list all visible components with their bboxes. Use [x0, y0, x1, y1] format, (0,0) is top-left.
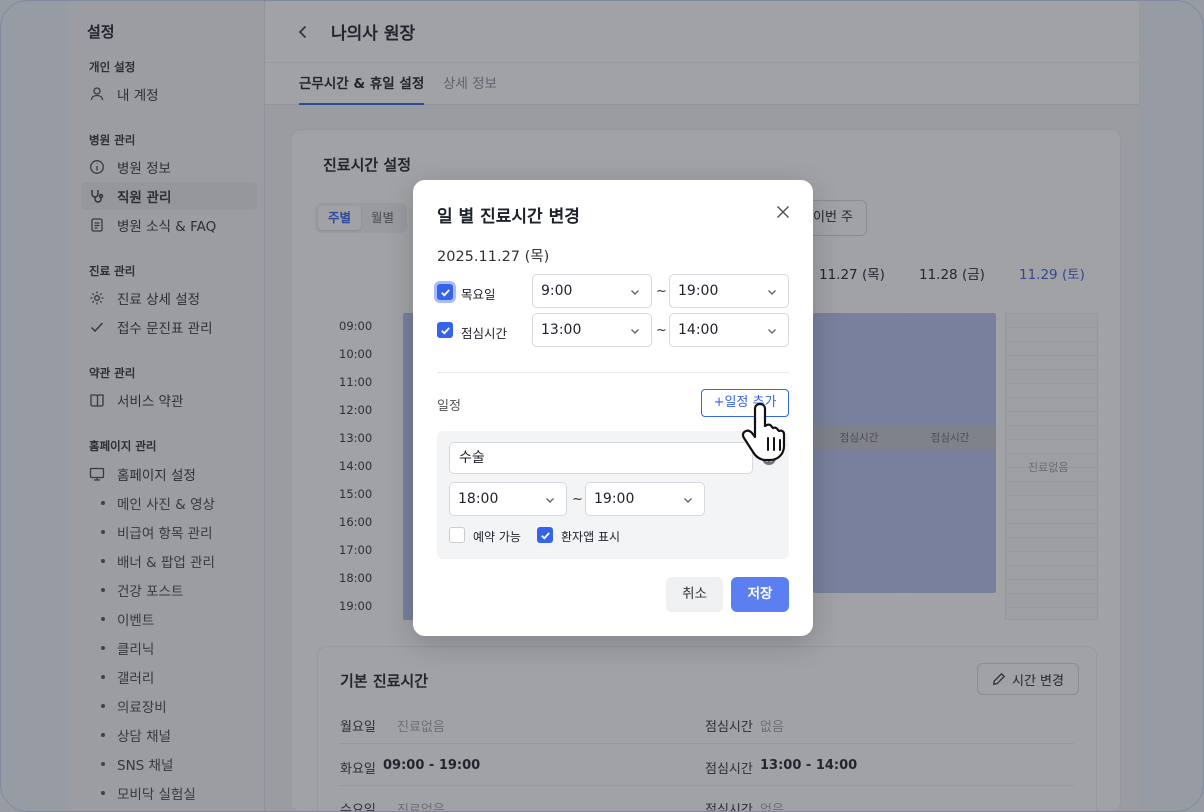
modal-date: 2025.11.27 (목) [437, 249, 550, 265]
schedule-end-value: 19:00 [594, 491, 635, 507]
reservable-label: 예약 가능 [473, 530, 521, 544]
schedule-start-select[interactable]: 18:00 [449, 482, 567, 516]
schedule-start-value: 18:00 [458, 491, 499, 507]
lunch-checkbox[interactable] [437, 322, 453, 338]
modal-title: 일 별 진료시간 변경 [437, 207, 580, 227]
check-icon [440, 326, 450, 335]
range-separator: ~ [656, 284, 667, 299]
schedule-name-input[interactable]: 수술 [449, 442, 753, 474]
lunch-label: 점심시간 [461, 326, 508, 341]
reservable-checkbox[interactable] [449, 527, 465, 543]
check-icon [540, 531, 550, 540]
work-end-select[interactable]: 19:00 [669, 274, 789, 308]
modal-divider [437, 372, 789, 373]
work-start-select[interactable]: 9:00 [532, 274, 652, 308]
schedule-end-select[interactable]: 19:00 [585, 482, 705, 516]
work-end-value: 19:00 [678, 283, 719, 299]
lunch-end-value: 14:00 [678, 322, 719, 338]
hand-pointer-icon [741, 402, 786, 462]
save-button[interactable]: 저장 [731, 577, 789, 612]
work-day-label: 목요일 [461, 287, 496, 302]
lunch-start-value: 13:00 [541, 322, 582, 338]
chevron-down-icon [631, 329, 639, 334]
check-icon [440, 288, 450, 297]
schedule-label: 일정 [437, 399, 461, 414]
chevron-down-icon [546, 498, 554, 503]
lunch-start-select[interactable]: 13:00 [532, 313, 652, 347]
close-icon[interactable] [773, 202, 793, 222]
chevron-down-icon [768, 290, 776, 295]
chevron-down-icon [631, 290, 639, 295]
chevron-down-icon [768, 329, 776, 334]
cancel-button[interactable]: 취소 [666, 577, 723, 612]
range-separator: ~ [572, 492, 583, 507]
schedule-entry-panel: 수술 18:00 ~ 19:00 예약 가능 환자앱 표시 [437, 431, 789, 559]
show-in-app-checkbox[interactable] [537, 527, 553, 543]
work-day-checkbox[interactable] [437, 284, 453, 300]
lunch-end-select[interactable]: 14:00 [669, 313, 789, 347]
work-start-value: 9:00 [541, 283, 573, 299]
range-separator: ~ [656, 323, 667, 338]
show-in-app-label: 환자앱 표시 [561, 530, 621, 544]
chevron-down-icon [684, 498, 692, 503]
